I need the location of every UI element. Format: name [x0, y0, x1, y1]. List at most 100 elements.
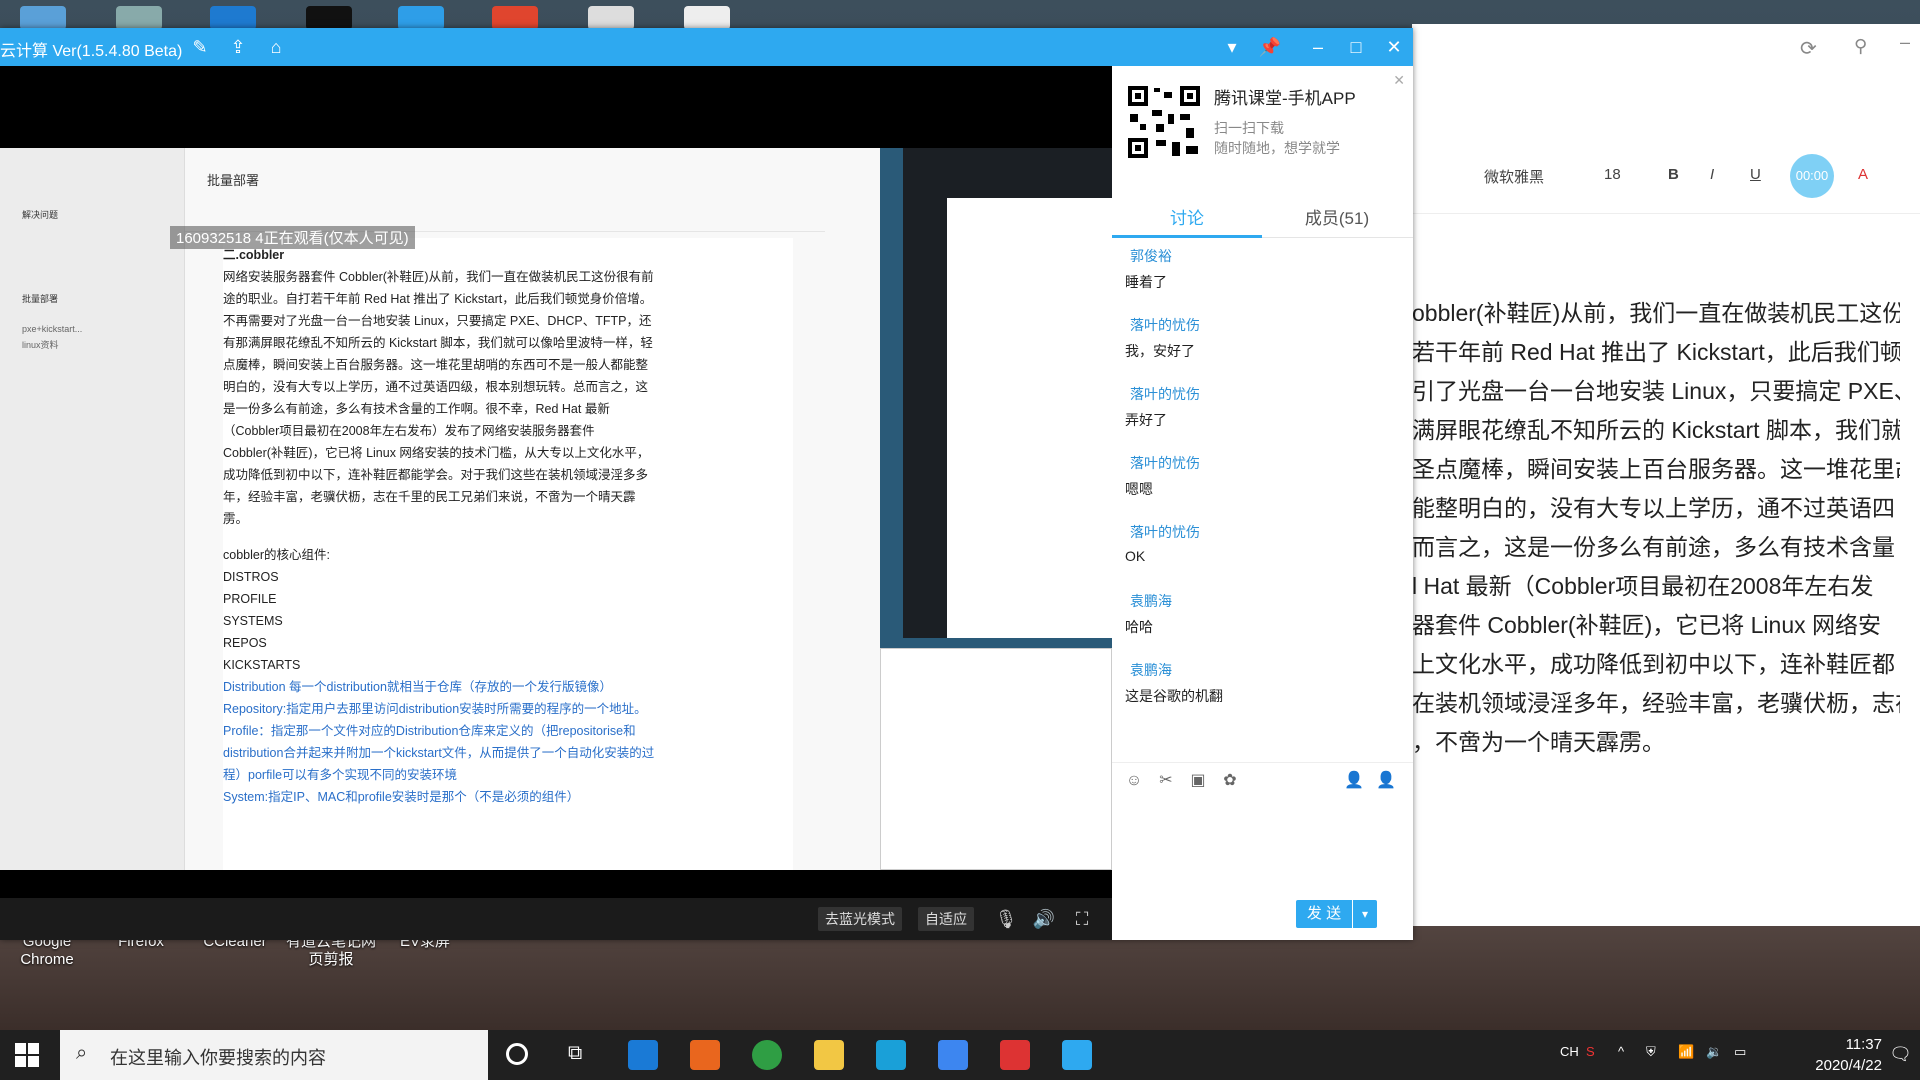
- message-text: 我，安好了: [1125, 343, 1195, 359]
- shared-chat-app: [903, 148, 1112, 638]
- clock[interactable]: 11:37 2020/4/22: [1815, 1034, 1882, 1076]
- security-icon[interactable]: ⛨: [1646, 1044, 1656, 1060]
- message-text: OK: [1125, 548, 1146, 564]
- refresh-icon[interactable]: ⟳: [1800, 36, 1817, 61]
- blue-light-mode-button[interactable]: 去蓝光模式: [818, 907, 902, 931]
- recorder-icon[interactable]: [1000, 1040, 1030, 1070]
- shared-note-sidebar: 解决问题 批量部署 pxe+kickstart... linux资料: [0, 148, 185, 870]
- desktop-app-icon[interactable]: [116, 6, 162, 30]
- taskbar-search[interactable]: ⌕ 在这里输入你要搜索的内容: [60, 1030, 488, 1080]
- close-icon[interactable]: ✕: [1393, 72, 1405, 89]
- font-family-select[interactable]: 微软雅黑: [1484, 166, 1544, 187]
- share-icon[interactable]: ⇪: [226, 35, 250, 59]
- close-button[interactable]: ✕: [1382, 35, 1406, 59]
- send-options-chevron-icon[interactable]: ▾: [1353, 900, 1377, 928]
- bold-icon[interactable]: B: [1668, 166, 1679, 183]
- document-body[interactable]: obbler(补鞋匠)从前，我们一直在做装机民工这份 若干年前 Red Hat …: [1412, 294, 1900, 762]
- message-sender[interactable]: 落叶的忧伤: [1130, 384, 1200, 404]
- message-text: 弄好了: [1125, 412, 1167, 428]
- profile-icon[interactable]: 👤: [1376, 771, 1396, 791]
- message-text: 嗯嗯: [1125, 481, 1153, 497]
- format-toolbar: 微软雅黑 18 B I U 00:00 A: [1412, 144, 1920, 214]
- desktop-app-icon[interactable]: [588, 6, 634, 30]
- scissors-icon[interactable]: ✂: [1156, 771, 1176, 791]
- cortana-icon[interactable]: [506, 1043, 528, 1065]
- shared-line: 明白的，没有大专以上学历，通不过英语四级，根本别想玩转。总而言之，这: [223, 380, 649, 394]
- title-bar[interactable]: 云计算 Ver(1.5.4.80 Beta) ✎ ⇪ ⌂ ▾ 📌 – □ ✕: [0, 28, 1413, 66]
- flower-icon[interactable]: ✿: [1220, 771, 1240, 791]
- underline-icon[interactable]: U: [1750, 166, 1761, 183]
- message-list[interactable]: 郭俊裕 睡着了 落叶的忧伤 我，安好了 落叶的忧伤 弄好了 落叶的忧伤 嗯嗯 落…: [1112, 246, 1402, 746]
- dropdown-icon[interactable]: ▾: [1220, 35, 1244, 59]
- doc-line: 上文化水平，成功降低到初中以下，连补鞋匠都: [1412, 651, 1895, 677]
- desktop-app-icon[interactable]: [492, 6, 538, 30]
- firefox-icon[interactable]: [690, 1040, 720, 1070]
- clock-time: 11:37: [1845, 1036, 1882, 1053]
- desktop-app-icon[interactable]: [210, 6, 256, 30]
- video-area[interactable]: 解决问题 批量部署 pxe+kickstart... linux资料 批量部署 …: [0, 66, 1112, 898]
- chrome-icon[interactable]: [752, 1040, 782, 1070]
- tab-discussion[interactable]: 讨论: [1112, 204, 1262, 229]
- wifi-icon[interactable]: 📶: [1678, 1044, 1694, 1060]
- shared-line: （Cobbler项目最初在2008年左右发布）发布了网络安装服务器套件: [223, 424, 595, 438]
- add-member-icon[interactable]: 👤: [1344, 771, 1364, 791]
- desktop-app-icon[interactable]: [306, 6, 352, 30]
- task-view-icon[interactable]: ⧉: [568, 1042, 582, 1065]
- message-sender[interactable]: 袁鹏海: [1130, 660, 1172, 680]
- folder-icon[interactable]: [814, 1040, 844, 1070]
- minimize-icon[interactable]: –: [1900, 32, 1910, 53]
- chevron-up-icon[interactable]: ^: [1618, 1044, 1624, 1059]
- send-button[interactable]: 发 送: [1296, 900, 1352, 928]
- doc-line: l Hat 最新（Cobbler项目最初在2008年左右发: [1412, 573, 1874, 599]
- volume-icon[interactable]: 🔉: [1706, 1044, 1722, 1060]
- minimize-button[interactable]: –: [1306, 35, 1330, 59]
- message-sender[interactable]: 落叶的忧伤: [1130, 522, 1200, 542]
- message-sender[interactable]: 郭俊裕: [1130, 246, 1172, 266]
- pin-icon[interactable]: ⚲: [1854, 36, 1867, 57]
- shared-line: 雳。: [223, 512, 249, 526]
- italic-icon[interactable]: I: [1710, 166, 1714, 183]
- fit-button[interactable]: 自适应: [918, 907, 974, 931]
- remote-icon[interactable]: [876, 1040, 906, 1070]
- sogou-icon[interactable]: S: [1586, 1044, 1595, 1059]
- desktop-app-icon[interactable]: [398, 6, 444, 30]
- emoji-icon[interactable]: ☺: [1124, 771, 1144, 791]
- volume-icon[interactable]: 🔊: [1032, 907, 1056, 931]
- doc-line: ，不啻为一个晴天霹雳。: [1412, 729, 1665, 755]
- desktop-app-icon[interactable]: [684, 6, 730, 30]
- pin-icon[interactable]: 📌: [1258, 35, 1282, 59]
- tab-members[interactable]: 成员(51): [1262, 204, 1412, 229]
- edit-icon[interactable]: ✎: [188, 35, 212, 59]
- ime-indicator[interactable]: CH: [1560, 1044, 1579, 1059]
- shared-line: Cobbler(补鞋匠)，它已将 Linux 网络安装的技术门槛，从大专以上文化…: [223, 446, 650, 460]
- desktop-app-icon[interactable]: [20, 6, 66, 30]
- message-sender[interactable]: 落叶的忧伤: [1130, 453, 1200, 473]
- battery-icon[interactable]: ▭: [1734, 1044, 1746, 1060]
- notification-icon[interactable]: 🗨: [1889, 1044, 1912, 1065]
- font-size-select[interactable]: 18: [1604, 166, 1621, 183]
- shared-note-app: 解决问题 批量部署 pxe+kickstart... linux资料 批量部署 …: [0, 148, 880, 870]
- edge-icon[interactable]: [628, 1040, 658, 1070]
- shared-screen: 解决问题 批量部署 pxe+kickstart... linux资料 批量部署 …: [0, 148, 1112, 870]
- window-title: 云计算 Ver(1.5.4.80 Beta): [0, 43, 183, 60]
- home-icon[interactable]: ⌂: [264, 35, 288, 59]
- start-button[interactable]: [14, 1042, 40, 1068]
- doc-line: 器套件 Cobbler(补鞋匠)，它已将 Linux 网络安: [1412, 612, 1882, 638]
- shared-line: 年，经验丰富，老骥伏枥，志在千里的民工兄弟们来说，不啻为一个晴天霹: [223, 490, 636, 504]
- classroom-icon[interactable]: [1062, 1040, 1092, 1070]
- message-sender[interactable]: 落叶的忧伤: [1130, 315, 1200, 335]
- mic-icon[interactable]: 🎙: [994, 907, 1018, 931]
- chat-input[interactable]: [1112, 798, 1413, 908]
- message-sender[interactable]: 袁鹏海: [1130, 591, 1172, 611]
- fullscreen-icon[interactable]: ⛶: [1070, 907, 1094, 931]
- app-promo: 腾讯课堂-手机APP 扫一扫下载 随时随地，想学就学 ✕: [1112, 66, 1413, 188]
- font-color-icon[interactable]: A: [1858, 166, 1868, 183]
- maximize-button[interactable]: □: [1344, 35, 1368, 59]
- viewer-watermark: 160932518 4正在观看(仅本人可见): [170, 226, 415, 249]
- note-icon[interactable]: [938, 1040, 968, 1070]
- shared-note-line: distribution合并起来并附加一个kickstart文件，从而提供了一个…: [223, 746, 655, 760]
- image-icon[interactable]: ▣: [1188, 771, 1208, 791]
- shared-note-line: 程）porfile可以有多个实现不同的安装环境: [223, 768, 458, 782]
- shared-note-line: Distribution 每一个distribution就相当于仓库（存放的一个…: [223, 680, 612, 694]
- shared-line: 有那满屏眼花缭乱不知所云的 Kickstart 脚本，我们就可以像哈里波特一样，…: [223, 336, 653, 350]
